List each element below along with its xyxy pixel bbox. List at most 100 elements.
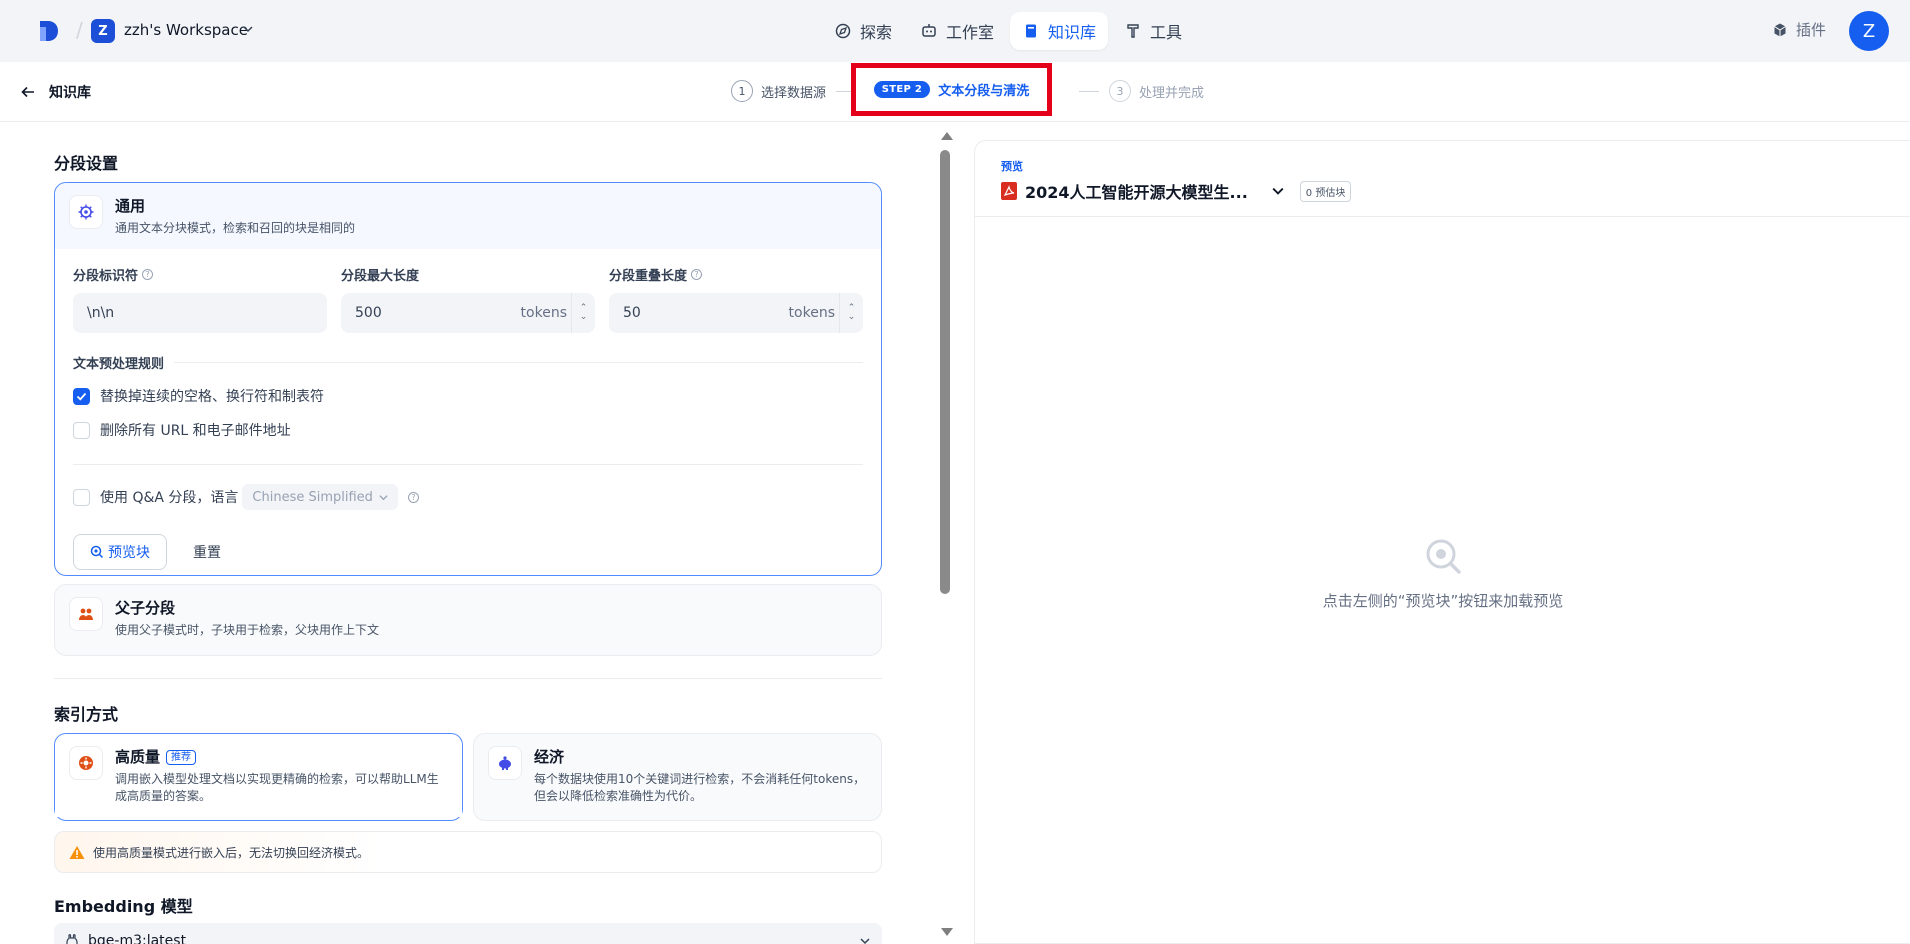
max-length-unit: tokens	[520, 305, 567, 321]
max-length-value: 500	[355, 305, 382, 321]
overlap-unit: tokens	[788, 305, 835, 321]
chevron-down-icon[interactable]: ⌄	[848, 313, 856, 322]
overlap-label: 分段重叠长度	[609, 269, 688, 284]
high-quality-icon	[69, 746, 103, 780]
warning-icon	[69, 845, 85, 859]
chevron-down-icon[interactable]	[1272, 185, 1284, 197]
preview-header: 预览 2024人工智能开源大模型生... 0 预估块	[975, 141, 1910, 217]
step-2-pill: STEP 2	[873, 81, 931, 98]
delimiter-field: 分段标识符? \n\n	[73, 265, 327, 333]
nav-studio[interactable]: 工作室	[908, 12, 1006, 50]
plugins-button[interactable]: 插件	[1772, 19, 1826, 40]
cube-icon	[1774, 23, 1786, 36]
preview-tag: 预览	[1001, 160, 1023, 173]
parent-child-header: 父子分段 使用父子模式时，子块用于检索，父块用作上下文	[55, 585, 881, 651]
search-preview-icon	[1426, 539, 1461, 574]
chevron-down-icon[interactable]: ⌄	[580, 313, 588, 322]
search-preview-icon	[90, 545, 104, 559]
robot-icon	[922, 24, 936, 37]
language-select[interactable]: Chinese Simplified	[242, 484, 398, 510]
rule-replace-spaces[interactable]: 替换掉连续的空格、换行符和制表符	[55, 386, 881, 406]
nav-studio-label: 工作室	[946, 23, 995, 42]
workspace-avatar[interactable]: Z	[91, 19, 115, 43]
delimiter-label: 分段标识符	[73, 269, 139, 284]
preview-document-select[interactable]: 2024人工智能开源大模型生... 0 预估块	[1001, 179, 1352, 203]
app-logo-icon[interactable]	[38, 19, 60, 43]
divider	[73, 464, 863, 465]
scroll-up-arrow[interactable]	[941, 132, 953, 140]
main-nav: 探索 工作室 知识库 工具	[822, 12, 1194, 50]
chevron-down-icon	[379, 494, 388, 500]
economy-option[interactable]: 经济 每个数据块使用10个关键词进行检索，不会消耗任何tokens，但会以降低检…	[473, 733, 882, 821]
chevron-down-icon[interactable]	[243, 24, 253, 34]
parent-child-mode-card[interactable]: 父子分段 使用父子模式时，子块用于检索，父块用作上下文	[54, 584, 882, 656]
max-length-label: 分段最大长度	[341, 269, 420, 284]
parent-child-desc: 使用父子模式时，子块用于检索，父块用作上下文	[115, 623, 380, 637]
back-to-knowledge-link[interactable]: 知识库	[49, 82, 91, 102]
max-length-field: 分段最大长度 500 tokens ⌃ ⌄	[341, 265, 595, 333]
embedding-model-select[interactable]: bge-m3:latest	[54, 923, 882, 944]
reset-button[interactable]: 重置	[177, 534, 237, 570]
delimiter-value: \n\n	[87, 305, 115, 321]
general-mode-desc: 通用文本分块模式，检索和召回的块是相同的	[115, 221, 356, 235]
high-quality-option[interactable]: 高质量 推荐 调用嵌入模型处理文档以实现更精确的检索，可以帮助LLM生成高质量的答…	[54, 733, 463, 821]
arrow-left-icon[interactable]	[20, 84, 36, 100]
economy-desc: 每个数据块使用10个关键词进行检索，不会消耗任何tokens，但会以降低检索准确…	[534, 772, 866, 803]
help-icon[interactable]: ?	[142, 269, 154, 280]
step-2-label: 文本分段与清洗	[938, 84, 1030, 99]
top-bar: / Z zzh's Workspace 探索 工作室 知识库 工具 插件 Z	[0, 0, 1910, 62]
high-quality-header: 高质量 推荐 调用嵌入模型处理文档以实现更精确的检索，可以帮助LLM生成高质量的答…	[55, 734, 462, 817]
qa-segment-option[interactable]: 使用 Q&A 分段，语言 Chinese Simplified ?	[55, 484, 881, 510]
preprocess-rules-title: 文本预处理规则	[55, 333, 881, 372]
step-1: 1 选择数据源	[731, 80, 866, 102]
user-avatar[interactable]: Z	[1849, 11, 1889, 51]
index-warning-text: 使用高质量模式进行嵌入后，无法切换回经济模式。	[93, 845, 370, 860]
overlap-value: 50	[623, 305, 641, 321]
max-length-input[interactable]: 500 tokens ⌃ ⌄	[341, 293, 595, 333]
parent-child-title: 父子分段	[115, 599, 176, 617]
overlap-stepper[interactable]: ⌃ ⌄	[839, 293, 863, 333]
delimiter-input[interactable]: \n\n	[73, 293, 327, 333]
step-1-label: 选择数据源	[761, 85, 827, 101]
preview-chunks-label: 预览块	[108, 545, 150, 561]
chevron-down-icon	[860, 938, 870, 944]
high-quality-title: 高质量 推荐	[115, 746, 448, 767]
preview-empty-state: 点击左侧的“预览块”按钮来加载预览	[975, 536, 1910, 611]
nav-knowledge-label: 知识库	[1048, 23, 1097, 42]
nav-explore[interactable]: 探索	[822, 12, 904, 50]
preview-chunks-button[interactable]: 预览块	[73, 534, 167, 570]
rule-remove-urls[interactable]: 删除所有 URL 和电子邮件地址	[55, 420, 881, 440]
scroll-down-arrow[interactable]	[941, 928, 953, 936]
breadcrumb-separator: /	[76, 18, 83, 42]
segment-fields: 分段标识符? \n\n 分段最大长度 500 tokens ⌃ ⌄ 分段重叠长度?…	[55, 249, 881, 333]
help-icon[interactable]: ?	[691, 269, 703, 280]
overlap-input[interactable]: 50 tokens ⌃ ⌄	[609, 293, 863, 333]
nav-tools-label: 工具	[1150, 23, 1183, 42]
check-icon	[76, 392, 87, 401]
estimated-chunks-badge: 0 预估块	[1299, 180, 1352, 202]
help-icon[interactable]: ?	[407, 491, 419, 503]
pdf-file-icon	[1001, 182, 1017, 200]
workspace-name[interactable]: zzh's Workspace	[124, 21, 248, 39]
divider	[174, 362, 863, 363]
overlap-field: 分段重叠长度? 50 tokens ⌃ ⌄	[609, 265, 863, 333]
step-3-label: 处理并完成	[1139, 85, 1205, 101]
step-1-number: 1	[731, 80, 753, 102]
checkbox-unchecked[interactable]	[73, 488, 90, 506]
max-length-stepper[interactable]: ⌃ ⌄	[571, 293, 595, 333]
high-quality-desc: 调用嵌入模型处理文档以实现更精确的检索，可以帮助LLM生成高质量的答案。	[115, 772, 439, 803]
scroll-thumb[interactable]	[940, 150, 950, 594]
step-3-number: 3	[1109, 80, 1131, 102]
section-divider	[54, 678, 882, 679]
nav-knowledge[interactable]: 知识库	[1010, 12, 1109, 50]
general-mode-title: 通用	[115, 197, 146, 215]
nav-tools[interactable]: 工具	[1112, 12, 1194, 50]
checkbox-checked[interactable]	[73, 387, 90, 405]
checkbox-unchecked[interactable]	[73, 421, 90, 439]
preview-empty-text: 点击左侧的“预览块”按钮来加载预览	[1322, 592, 1564, 610]
general-mode-card[interactable]: 通用 通用文本分块模式，检索和召回的块是相同的 分段标识符? \n\n 分段最大…	[54, 182, 882, 576]
general-mode-header: 通用 通用文本分块模式，检索和召回的块是相同的	[55, 183, 881, 249]
index-warning: 使用高质量模式进行嵌入后，无法切换回经济模式。	[54, 831, 882, 873]
sub-header: 知识库 1 选择数据源 STEP 2 文本分段与清洗 3 处理并完成	[0, 62, 1910, 122]
left-panel-scrollbar[interactable]	[938, 132, 953, 936]
